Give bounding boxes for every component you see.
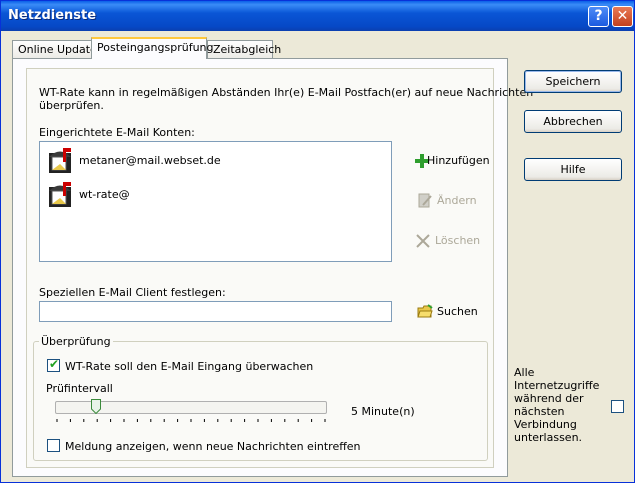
notify-label: Meldung anzeigen, wenn neue Nachrichten …	[65, 440, 361, 453]
interval-slider-ticks	[56, 419, 326, 422]
interval-value: 5 Minute(n)	[351, 405, 415, 418]
intro-text-line1: WT-Rate kann in regelmäßigen Abständen I…	[39, 86, 534, 99]
help-title-button[interactable]: ?	[588, 6, 609, 27]
check-group-title: Überprüfung	[39, 335, 113, 348]
cancel-button[interactable]: Abbrechen	[524, 110, 622, 133]
offline-label: Alle Internetzugriffe während der nächst…	[514, 366, 600, 444]
mailbox-icon	[49, 182, 71, 207]
interval-label: Prüfintervall	[46, 382, 113, 395]
tab-posteingangspruefung[interactable]: Posteingangsprüfung	[91, 37, 214, 59]
add-account-button[interactable]: Hinzufügen	[414, 154, 494, 170]
search-client-button[interactable]: Suchen	[417, 304, 478, 321]
folder-open-icon	[417, 304, 433, 318]
accounts-label: Eingerichtete E-Mail Konten:	[39, 126, 195, 139]
edit-icon	[418, 193, 432, 208]
offline-checkbox[interactable]	[611, 400, 624, 413]
delete-account-button[interactable]: Löschen	[415, 234, 480, 250]
account-address: metaner@mail.webset.de	[79, 154, 221, 167]
tab-zeitabgleich[interactable]: Zeitabgleich	[207, 40, 281, 58]
edit-account-button[interactable]: Ändern	[417, 193, 477, 210]
window-title: Netzdienste	[8, 8, 97, 23]
client-label: Speziellen E-Mail Client festlegen:	[39, 286, 226, 299]
help-button[interactable]: Hilfe	[524, 158, 622, 181]
save-button[interactable]: Speichern	[524, 70, 622, 93]
monitor-checkbox[interactable]: ✔	[47, 357, 60, 372]
mailbox-icon	[49, 148, 71, 173]
tab-online-update[interactable]: Online Update	[12, 40, 97, 58]
checkmark-icon: ✔	[49, 357, 60, 371]
client-path-input[interactable]	[39, 301, 392, 322]
notify-checkbox[interactable]	[47, 439, 60, 452]
account-address: wt-rate@	[79, 188, 130, 201]
intro-text-line2: überprüfen.	[39, 99, 104, 112]
accounts-list[interactable]: metaner@mail.webset.de wt-rate@	[39, 141, 392, 262]
title-bar: Netzdienste ? ✕	[1, 1, 634, 31]
interval-slider-thumb[interactable]	[90, 399, 101, 414]
delete-icon	[416, 234, 430, 248]
monitor-label: WT-Rate soll den E-Mail Eingang überwach…	[65, 360, 314, 373]
close-button[interactable]: ✕	[612, 6, 633, 27]
